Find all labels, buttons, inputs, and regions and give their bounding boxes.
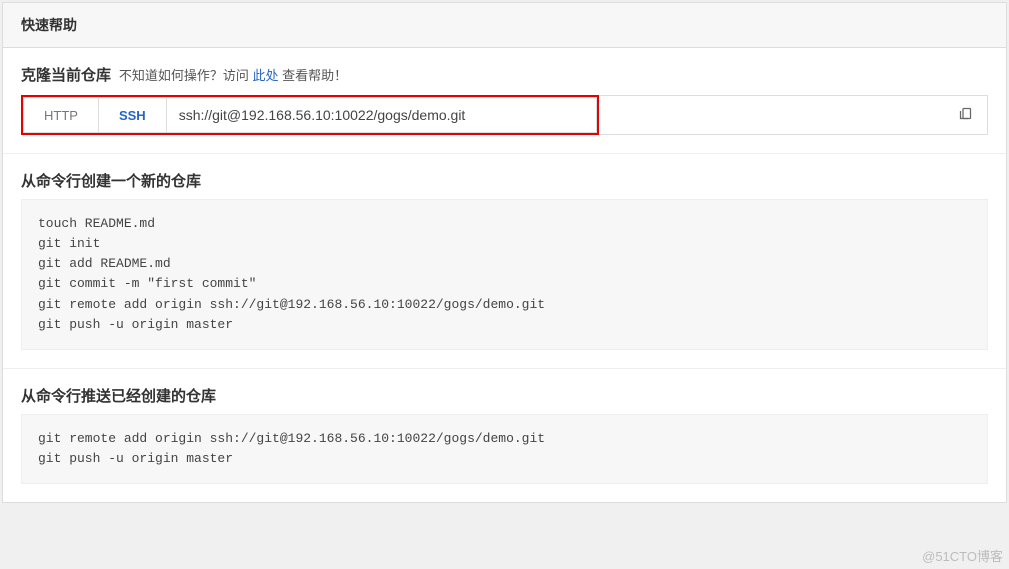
create-repo-section: 从命令行创建一个新的仓库 touch README.md git init gi… [3,154,1006,368]
clone-sub-suffix: 查看帮助！ [279,68,348,83]
tab-http[interactable]: HTTP [23,97,99,133]
panel-title: 快速帮助 [21,17,77,33]
quick-help-panel: 快速帮助 克隆当前仓库 不知道如何操作？访问 此处 查看帮助！ HTTP SSH… [2,2,1007,503]
clone-url-spacer [599,95,944,135]
clone-heading-row: 克隆当前仓库 不知道如何操作？访问 此处 查看帮助！ [21,64,988,85]
clone-subtitle: 不知道如何操作？访问 此处 查看帮助！ [119,68,347,83]
create-repo-title: 从命令行创建一个新的仓库 [21,173,201,190]
copy-url-button[interactable] [944,95,988,135]
push-repo-title: 从命令行推送已经创建的仓库 [21,388,216,405]
clipboard-icon [958,106,973,124]
clone-url-row: HTTP SSH ssh://git@192.168.56.10:10022/g… [21,95,988,135]
watermark: @51CTO博客 [922,546,1003,565]
push-repo-code[interactable]: git remote add origin ssh://git@192.168.… [21,414,988,484]
tab-ssh[interactable]: SSH [99,97,167,133]
clone-title: 克隆当前仓库 [21,67,111,84]
push-repo-section: 从命令行推送已经创建的仓库 git remote add origin ssh:… [3,369,1006,502]
clone-section: 克隆当前仓库 不知道如何操作？访问 此处 查看帮助！ HTTP SSH ssh:… [3,48,1006,153]
help-link[interactable]: 此处 [253,68,279,83]
create-repo-code[interactable]: touch README.md git init git add README.… [21,199,988,350]
clone-url-field[interactable]: ssh://git@192.168.56.10:10022/gogs/demo.… [167,97,597,133]
clone-highlight-box: HTTP SSH ssh://git@192.168.56.10:10022/g… [21,95,599,135]
panel-header: 快速帮助 [3,3,1006,48]
clone-sub-prefix: 不知道如何操作？访问 [119,68,253,83]
